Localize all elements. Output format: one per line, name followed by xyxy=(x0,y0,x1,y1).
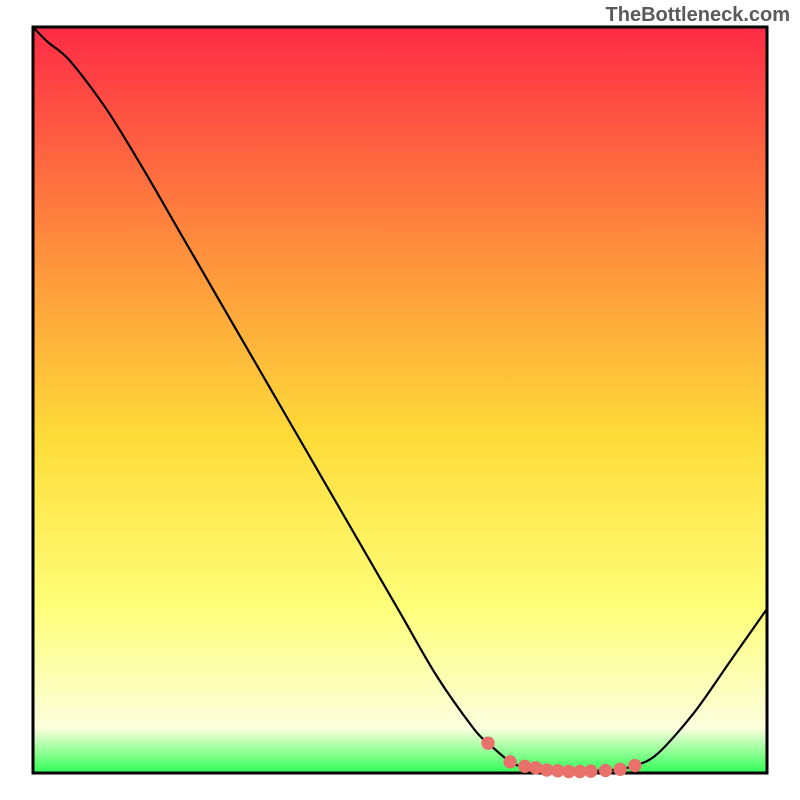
marker-dot xyxy=(541,764,553,776)
marker-dot xyxy=(614,763,626,775)
marker-dot xyxy=(552,765,564,777)
marker-dot xyxy=(504,756,516,768)
plot-background xyxy=(33,27,767,773)
marker-dot xyxy=(599,764,611,776)
marker-dot xyxy=(585,765,597,777)
marker-dot xyxy=(482,737,494,749)
chart-container: TheBottleneck.com xyxy=(0,0,800,800)
marker-dot xyxy=(530,762,542,774)
attribution-text: TheBottleneck.com xyxy=(606,4,790,27)
bottleneck-chart xyxy=(0,0,800,800)
marker-dot xyxy=(629,759,641,771)
marker-dot xyxy=(519,760,531,772)
